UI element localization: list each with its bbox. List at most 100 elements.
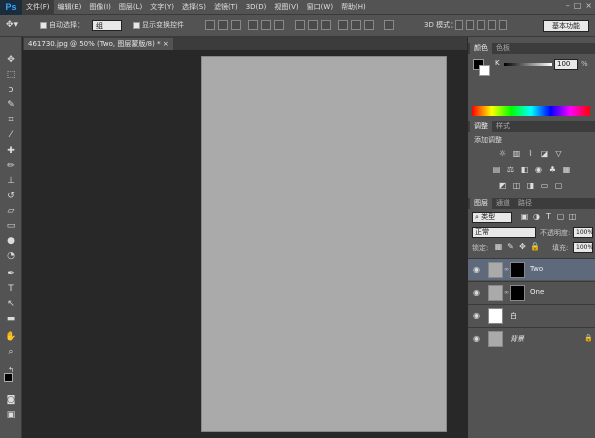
selective-color-icon[interactable]: ▢ xyxy=(554,181,563,190)
eye-icon[interactable]: ◉ xyxy=(473,311,480,320)
align-vcenter-icon[interactable] xyxy=(218,20,228,30)
auto-select-checkbox[interactable] xyxy=(40,21,47,29)
lock-position-icon[interactable]: ✥ xyxy=(518,242,527,251)
3d-scale-icon[interactable] xyxy=(499,20,507,30)
fill-input[interactable]: 100% xyxy=(573,242,593,253)
maximize-button[interactable]: □ xyxy=(574,1,582,10)
menu-window[interactable]: 窗口(W) xyxy=(303,0,337,15)
pen-tool-icon[interactable]: ✒ xyxy=(5,268,17,280)
lock-pixels-icon[interactable]: ✎ xyxy=(506,242,515,251)
filter-shape-icon[interactable]: ▢ xyxy=(556,212,565,221)
color-spectrum-bar[interactable] xyxy=(472,106,590,116)
auto-select-dropdown[interactable]: 组 xyxy=(92,20,122,31)
layer-filter-dropdown[interactable]: ⌕ 类型 xyxy=(472,212,512,223)
menu-filter[interactable]: 滤镜(T) xyxy=(210,0,242,15)
align-right-icon[interactable] xyxy=(274,20,284,30)
3d-slide-icon[interactable] xyxy=(488,20,496,30)
menu-type[interactable]: 文字(Y) xyxy=(146,0,178,15)
menu-3d[interactable]: 3D(D) xyxy=(242,0,271,15)
tab-swatches[interactable]: 色板 xyxy=(492,43,514,54)
menu-file[interactable]: 文件(F) xyxy=(22,0,54,15)
workspace-dropdown[interactable]: 基本功能 xyxy=(543,20,589,32)
shape-tool-icon[interactable]: ▬ xyxy=(5,313,17,325)
align-top-icon[interactable] xyxy=(205,20,215,30)
align-hcenter-icon[interactable] xyxy=(261,20,271,30)
threshold-icon[interactable]: ◨ xyxy=(526,181,535,190)
healing-brush-tool-icon[interactable]: ✚ xyxy=(5,145,17,157)
quick-mask-icon[interactable]: ◙ xyxy=(5,394,17,406)
curves-icon[interactable]: ⌇ xyxy=(526,149,535,158)
layer-row-background[interactable]: ◉ 背景 🔒 xyxy=(468,327,595,349)
close-tab-icon[interactable]: × xyxy=(163,40,169,48)
minimize-button[interactable]: – xyxy=(566,1,570,10)
k-slider[interactable] xyxy=(504,63,552,66)
screen-mode-icon[interactable]: ▣ xyxy=(5,409,17,421)
auto-align-icon[interactable] xyxy=(384,20,394,30)
tab-color[interactable]: 颜色 xyxy=(470,43,492,54)
gradient-tool-icon[interactable]: ▭ xyxy=(5,220,17,232)
distribute-left-icon[interactable] xyxy=(338,20,348,30)
invert-icon[interactable]: ◩ xyxy=(498,181,507,190)
filter-type-icon[interactable]: T xyxy=(544,212,553,221)
align-left-icon[interactable] xyxy=(248,20,258,30)
photo-filter-icon[interactable]: ◉ xyxy=(534,165,543,174)
clone-stamp-tool-icon[interactable]: ⊥ xyxy=(5,175,17,187)
eye-icon[interactable]: ◉ xyxy=(473,288,480,297)
posterize-icon[interactable]: ◫ xyxy=(512,181,521,190)
filter-pixel-icon[interactable]: ▣ xyxy=(520,212,529,221)
dodge-tool-icon[interactable]: ◔ xyxy=(5,250,17,262)
move-tool-icon[interactable]: ✥ xyxy=(5,54,17,66)
marquee-tool-icon[interactable]: ⬚ xyxy=(5,69,17,81)
hue-saturation-icon[interactable]: ▤ xyxy=(492,165,501,174)
eye-icon[interactable]: ◉ xyxy=(473,334,480,343)
3d-rotate-icon[interactable] xyxy=(455,20,463,30)
eye-icon[interactable]: ◉ xyxy=(473,265,480,274)
canvas-image[interactable] xyxy=(201,56,447,432)
layer-row-white[interactable]: ◉ 白 xyxy=(468,304,595,326)
brightness-icon[interactable]: ☼ xyxy=(498,149,507,158)
distribute-top-icon[interactable] xyxy=(295,20,305,30)
history-brush-tool-icon[interactable]: ↺ xyxy=(5,190,17,202)
document-tab[interactable]: 461730.jpg @ 50% (Two, 图层蒙版/8) * × xyxy=(24,38,173,50)
menu-view[interactable]: 视图(V) xyxy=(270,0,302,15)
menu-image[interactable]: 图像(I) xyxy=(85,0,115,15)
3d-roll-icon[interactable] xyxy=(466,20,474,30)
filter-smart-icon[interactable]: ◫ xyxy=(568,212,577,221)
opacity-input[interactable]: 100% xyxy=(573,227,593,238)
crop-tool-icon[interactable]: ⌗ xyxy=(5,114,17,126)
chain-link-icon[interactable]: ∞ xyxy=(504,289,509,296)
distribute-vcenter-icon[interactable] xyxy=(308,20,318,30)
exposure-icon[interactable]: ◪ xyxy=(540,149,549,158)
eraser-tool-icon[interactable]: ▱ xyxy=(5,205,17,217)
path-select-tool-icon[interactable]: ↖ xyxy=(5,298,17,310)
hand-tool-icon[interactable]: ✋ xyxy=(5,331,17,343)
levels-icon[interactable]: ▥ xyxy=(512,149,521,158)
move-tool-icon[interactable]: ✥▾ xyxy=(6,20,18,31)
tab-channels[interactable]: 通道 xyxy=(492,198,514,209)
distribute-hcenter-icon[interactable] xyxy=(351,20,361,30)
gradient-map-icon[interactable]: ▭ xyxy=(540,181,549,190)
layer-mask-thumbnail[interactable] xyxy=(510,285,525,301)
tab-adjustments[interactable]: 调整 xyxy=(470,121,492,132)
distribute-bottom-icon[interactable] xyxy=(321,20,331,30)
layer-mask-thumbnail[interactable] xyxy=(510,262,525,278)
menu-edit[interactable]: 编辑(E) xyxy=(54,0,86,15)
tab-styles[interactable]: 样式 xyxy=(492,121,514,132)
layer-row-two[interactable]: ◉ ∞ Two xyxy=(468,258,595,280)
vibrance-icon[interactable]: ▽ xyxy=(554,149,563,158)
brush-tool-icon[interactable]: ✏ xyxy=(5,160,17,172)
chain-link-icon[interactable]: ∞ xyxy=(504,266,509,273)
k-value-input[interactable]: 100 xyxy=(554,59,578,70)
lock-all-icon[interactable]: 🔒 xyxy=(530,242,540,251)
black-white-icon[interactable]: ◧ xyxy=(520,165,529,174)
quick-select-tool-icon[interactable]: ✎ xyxy=(5,99,17,111)
foreground-color-swatch[interactable] xyxy=(4,373,13,382)
lasso-tool-icon[interactable]: ↄ xyxy=(5,84,17,96)
lock-transparent-icon[interactable]: ▦ xyxy=(494,242,503,251)
3d-pan-icon[interactable] xyxy=(477,20,485,30)
color-lookup-icon[interactable]: ▦ xyxy=(562,165,571,174)
tab-paths[interactable]: 路径 xyxy=(514,198,536,209)
tab-layers[interactable]: 图层 xyxy=(470,198,492,209)
zoom-tool-icon[interactable]: ⌕ xyxy=(5,346,17,358)
background-color-swatch[interactable] xyxy=(479,65,490,76)
